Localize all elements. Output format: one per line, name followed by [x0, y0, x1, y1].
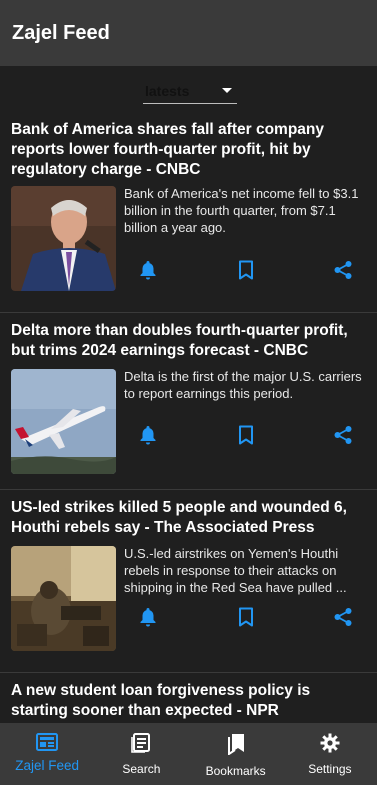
nav-label: Zajel Feed — [15, 758, 80, 773]
sort-dropdown[interactable]: latests — [143, 78, 237, 104]
share-icon[interactable] — [329, 421, 357, 449]
share-icon[interactable] — [329, 603, 357, 631]
app-bar: Zajel Feed — [0, 0, 377, 66]
article-title[interactable]: A new student loan forgiveness policy is… — [11, 681, 361, 721]
article-actions — [116, 421, 377, 451]
article-thumbnail[interactable] — [11, 546, 116, 651]
article-actions — [116, 256, 377, 286]
bell-icon[interactable] — [134, 603, 162, 631]
article-title[interactable]: Delta more than doubles fourth-quarter p… — [11, 321, 361, 361]
bookmark-icon[interactable] — [232, 256, 260, 284]
bell-icon[interactable] — [134, 421, 162, 449]
nav-label: Search — [122, 762, 161, 776]
article-thumbnail[interactable] — [11, 369, 116, 474]
article-title[interactable]: US-led strikes killed 5 people and wound… — [11, 498, 361, 538]
article-title[interactable]: Bank of America shares fall after compan… — [11, 120, 361, 180]
article-actions — [116, 603, 377, 633]
nav-item-zajel-feed[interactable]: Zajel Feed — [0, 723, 94, 785]
article-thumbnail[interactable] — [11, 186, 116, 291]
sort-dropdown-value: latests — [145, 82, 190, 99]
article-summary: U.S.-led airstrikes on Yemen's Houthi re… — [124, 546, 347, 595]
bookmark-icon[interactable] — [232, 421, 260, 449]
nav-label: Bookmarks — [205, 764, 266, 778]
nav-item-search[interactable]: Search — [94, 723, 188, 785]
dropdown-arrow-icon — [222, 88, 232, 93]
news-card[interactable]: A new student loan forgiveness policy is… — [0, 673, 377, 723]
article-summary: Bank of America's net income fell to $3.… — [124, 186, 359, 235]
share-icon[interactable] — [329, 256, 357, 284]
nav-item-settings[interactable]: Settings — [283, 723, 377, 785]
bottom-navigation: Zajel Feed Search Bookmarks Settings — [0, 723, 377, 785]
nav-item-bookmarks[interactable]: Bookmarks — [189, 723, 283, 785]
article-icon — [131, 733, 151, 758]
news-card[interactable]: US-led strikes killed 5 people and wound… — [0, 490, 377, 673]
news-card[interactable]: Delta more than doubles fourth-quarter p… — [0, 313, 377, 490]
app-title: Zajel Feed — [12, 21, 110, 44]
article-summary: Delta is the first of the major U.S. car… — [124, 369, 362, 401]
bookmarks-icon — [226, 733, 246, 760]
news-card[interactable]: Bank of America shares fall after compan… — [0, 112, 377, 313]
feed-icon — [36, 733, 59, 756]
bookmark-icon[interactable] — [232, 603, 260, 631]
news-feed[interactable]: latests Bank of America shares fall afte… — [0, 66, 377, 723]
gear-icon — [320, 733, 340, 758]
bell-icon[interactable] — [134, 256, 162, 284]
nav-label: Settings — [308, 762, 352, 776]
